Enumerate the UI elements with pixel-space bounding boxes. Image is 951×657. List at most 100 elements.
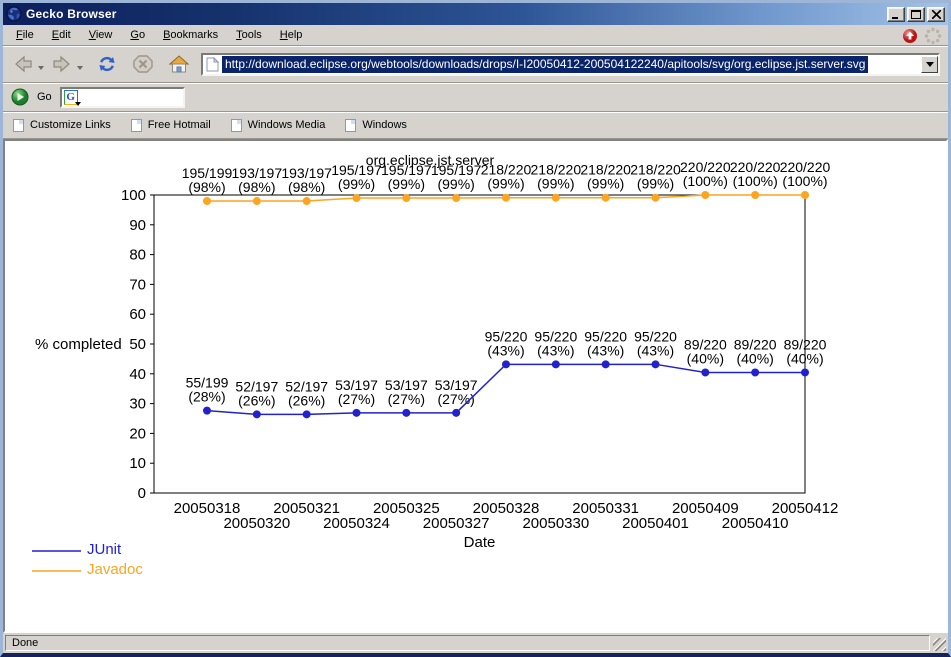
point-label-percent: (26%) [288, 392, 325, 408]
data-point-javadoc [801, 191, 809, 199]
x-tick-label: 20050324 [323, 515, 390, 532]
navigation-toolbar: http://download.eclipse.org/webtools/dow… [3, 46, 948, 83]
app-globe-icon [6, 6, 22, 22]
data-point-junit [801, 368, 809, 376]
bookmark-label: Customize Links [30, 119, 111, 131]
data-point-javadoc [452, 194, 460, 202]
y-tick-label: 80 [129, 247, 146, 264]
point-label-percent: (26%) [238, 392, 275, 408]
update-notification-icon[interactable] [902, 28, 918, 44]
point-label-percent: (100%) [782, 173, 827, 189]
bookmark-free-hotmail[interactable]: Free Hotmail [131, 119, 211, 132]
x-tick-label: 20050410 [722, 515, 789, 532]
data-point-junit [402, 409, 410, 417]
data-point-junit [652, 360, 660, 368]
data-point-junit [253, 410, 261, 418]
point-label-percent: (98%) [188, 179, 225, 195]
bookmark-windows-media[interactable]: Windows Media [231, 119, 326, 132]
data-point-javadoc [402, 194, 410, 202]
url-bar[interactable]: http://download.eclipse.org/webtools/dow… [201, 53, 940, 76]
legend-label-junit: JUnit [87, 541, 122, 558]
resize-grip[interactable] [933, 638, 946, 651]
data-point-javadoc [203, 197, 211, 205]
menu-item-file[interactable]: File [7, 26, 43, 44]
menu-item-view[interactable]: View [80, 26, 122, 44]
maximize-button[interactable] [907, 7, 925, 22]
forward-button[interactable] [48, 51, 76, 77]
menu-bar-icons [902, 27, 942, 45]
point-label-percent: (40%) [736, 350, 773, 366]
search-input[interactable] [78, 90, 183, 105]
point-label-percent: (99%) [338, 176, 375, 192]
data-point-junit [452, 409, 460, 417]
maximize-icon [911, 10, 921, 19]
minimize-button[interactable] [887, 7, 905, 22]
search-box[interactable]: G [60, 87, 185, 108]
stop-button[interactable] [129, 51, 157, 77]
back-button[interactable] [9, 51, 37, 77]
back-arrow-icon [12, 54, 34, 74]
point-label-percent: (100%) [733, 173, 778, 189]
url-input[interactable]: http://download.eclipse.org/webtools/dow… [222, 56, 868, 73]
y-tick-label: 0 [138, 485, 146, 502]
y-tick-label: 40 [129, 366, 146, 383]
close-icon [932, 10, 941, 19]
data-point-javadoc [502, 194, 510, 202]
minimize-icon [891, 10, 901, 19]
reload-button[interactable] [93, 51, 121, 77]
bookmark-label: Windows [362, 119, 407, 131]
home-icon [168, 54, 190, 74]
y-tick-label: 50 [129, 336, 146, 353]
point-label-percent: (27%) [388, 391, 425, 407]
x-tick-label: 20050320 [223, 515, 290, 532]
data-point-junit [751, 368, 759, 376]
title-bar: Gecko Browser [3, 3, 948, 25]
go-button[interactable] [11, 88, 29, 106]
point-label-percent: (27%) [338, 391, 375, 407]
point-label-percent: (99%) [587, 176, 624, 192]
bookmark-customize-links[interactable]: Customize Links [13, 119, 111, 132]
x-tick-label: 20050412 [772, 500, 839, 517]
point-label-percent: (40%) [687, 350, 724, 366]
home-button[interactable] [165, 51, 193, 77]
point-label-percent: (27%) [437, 391, 474, 407]
x-axis-title: Date [464, 534, 496, 551]
back-dropdown[interactable] [38, 66, 44, 70]
close-button[interactable] [927, 7, 945, 22]
menu-bar: FileEditViewGoBookmarksToolsHelp [3, 25, 948, 46]
menu-item-bookmarks[interactable]: Bookmarks [154, 26, 227, 44]
data-point-junit [701, 368, 709, 376]
data-point-junit [602, 360, 610, 368]
point-label-percent: (43%) [587, 342, 624, 358]
x-tick-label: 20050330 [522, 515, 589, 532]
bookmark-windows[interactable]: Windows [345, 119, 407, 132]
go-toolbar: Go G [3, 83, 948, 112]
data-point-javadoc [701, 191, 709, 199]
point-label-percent: (43%) [537, 342, 574, 358]
data-point-javadoc [253, 197, 261, 205]
go-label: Go [37, 91, 52, 103]
y-tick-label: 60 [129, 306, 146, 323]
menu-item-go[interactable]: Go [121, 26, 154, 44]
point-label-percent: (99%) [437, 176, 474, 192]
url-dropdown-button[interactable] [921, 56, 938, 73]
data-point-javadoc [751, 191, 759, 199]
point-label-percent: (28%) [188, 389, 225, 405]
menu-item-help[interactable]: Help [271, 26, 312, 44]
stop-icon [132, 54, 154, 74]
forward-dropdown[interactable] [77, 66, 83, 70]
google-logo-icon[interactable]: G [64, 90, 78, 105]
bookmark-page-icon [13, 119, 24, 132]
page-icon [206, 57, 219, 72]
point-label-percent: (99%) [388, 176, 425, 192]
data-point-javadoc [652, 194, 660, 202]
menu-item-edit[interactable]: Edit [43, 26, 80, 44]
x-tick-label: 20050327 [423, 515, 490, 532]
search-engine-dropdown-icon[interactable] [75, 102, 81, 106]
point-label-percent: (43%) [637, 342, 674, 358]
menu-item-tools[interactable]: Tools [227, 26, 271, 44]
point-label-percent: (99%) [637, 176, 674, 192]
legend-label-javadoc: Javadoc [87, 561, 143, 578]
data-point-junit [203, 407, 211, 415]
y-axis-title: % completed [35, 336, 122, 353]
